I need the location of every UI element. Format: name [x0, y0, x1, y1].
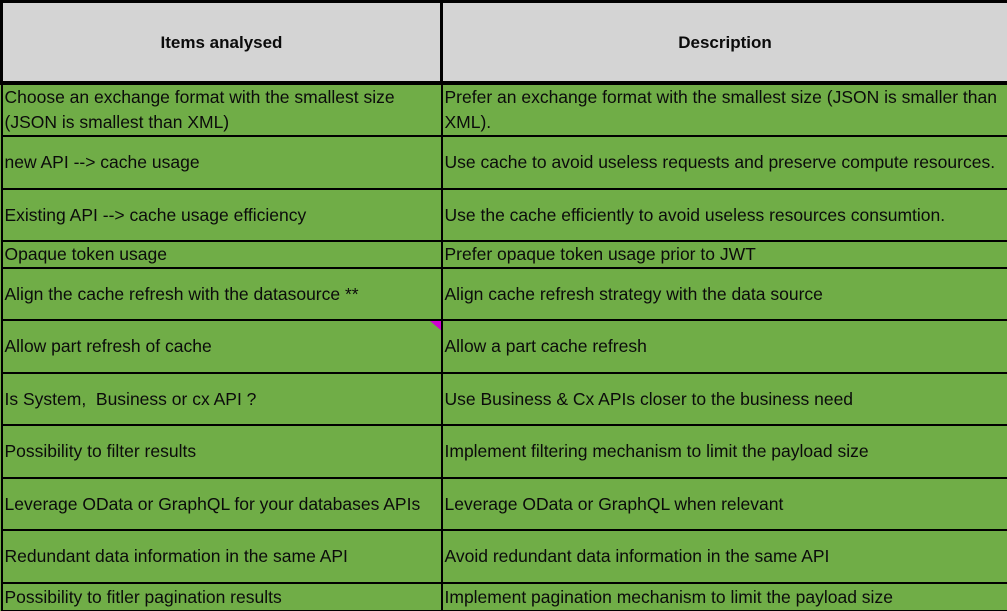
- description-cell[interactable]: Implement filtering mechanism to limit t…: [440, 424, 1007, 479]
- header-description[interactable]: Description: [440, 0, 1007, 85]
- comment-indicator-icon[interactable]: [429, 322, 440, 332]
- table-row: Opaque token usage Prefer opaque token u…: [0, 240, 1007, 269]
- table-row: new API --> cache usage Use cache to avo…: [0, 135, 1007, 190]
- item-cell[interactable]: new API --> cache usage: [0, 135, 443, 190]
- table-row: Align the cache refresh with the datasou…: [0, 267, 1007, 321]
- description-cell[interactable]: Allow a part cache refresh: [440, 319, 1007, 374]
- description-cell[interactable]: Leverage OData or GraphQL when relevant: [440, 477, 1007, 531]
- analysis-table: Items analysed Description Choose an exc…: [0, 0, 1007, 611]
- item-cell-text: Allow part refresh of cache: [4, 336, 212, 356]
- item-cell[interactable]: Allow part refresh of cache: [0, 319, 443, 374]
- description-cell[interactable]: Prefer opaque token usage prior to JWT: [440, 240, 1007, 269]
- item-cell[interactable]: Choose an exchange format with the small…: [0, 82, 443, 137]
- table-row: Is System, Business or cx API ? Use Busi…: [0, 372, 1007, 426]
- table-row: Allow part refresh of cache Allow a part…: [0, 319, 1007, 374]
- table-row: Existing API --> cache usage efficiency …: [0, 188, 1007, 242]
- item-cell[interactable]: Possibility to fitler pagination results: [0, 582, 443, 611]
- table-header: Items analysed Description: [0, 0, 1007, 85]
- item-cell[interactable]: Align the cache refresh with the datasou…: [0, 267, 443, 321]
- table-row: Leverage OData or GraphQL for your datab…: [0, 477, 1007, 531]
- item-cell[interactable]: Opaque token usage: [0, 240, 443, 269]
- description-cell[interactable]: Avoid redundant data information in the …: [440, 529, 1007, 584]
- item-cell[interactable]: Existing API --> cache usage efficiency: [0, 188, 443, 242]
- item-cell[interactable]: Is System, Business or cx API ?: [0, 372, 443, 426]
- description-cell[interactable]: Implement pagination mechanism to limit …: [440, 582, 1007, 611]
- description-cell[interactable]: Use cache to avoid useless requests and …: [440, 135, 1007, 190]
- table-row: Possibility to fitler pagination results…: [0, 582, 1007, 611]
- description-cell[interactable]: Use the cache efficiently to avoid usele…: [440, 188, 1007, 242]
- item-cell[interactable]: Redundant data information in the same A…: [0, 529, 443, 584]
- item-cell[interactable]: Possibility to filter results: [0, 424, 443, 479]
- spreadsheet-sheet: Items analysed Description Choose an exc…: [0, 0, 1007, 611]
- description-cell[interactable]: Align cache refresh strategy with the da…: [440, 267, 1007, 321]
- description-cell[interactable]: Prefer an exchange format with the small…: [440, 82, 1007, 137]
- item-cell[interactable]: Leverage OData or GraphQL for your datab…: [0, 477, 443, 531]
- description-cell[interactable]: Use Business & Cx APIs closer to the bus…: [440, 372, 1007, 426]
- table-row: Choose an exchange format with the small…: [0, 82, 1007, 137]
- header-row: Items analysed Description: [0, 0, 1007, 85]
- table-row: Possibility to filter results Implement …: [0, 424, 1007, 479]
- header-items-analysed[interactable]: Items analysed: [0, 0, 443, 85]
- table-row: Redundant data information in the same A…: [0, 529, 1007, 584]
- table-body: Choose an exchange format with the small…: [0, 82, 1007, 611]
